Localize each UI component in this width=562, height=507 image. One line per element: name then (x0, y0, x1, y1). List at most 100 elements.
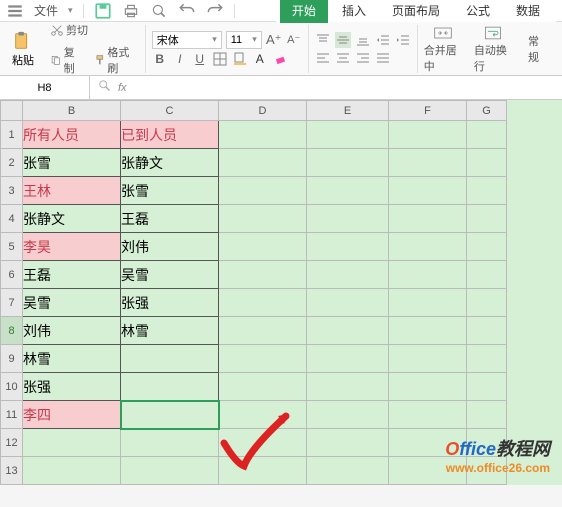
cell[interactable] (307, 345, 389, 373)
cell[interactable]: 王林 (23, 177, 121, 205)
indent-decrease-icon[interactable] (375, 32, 391, 48)
cell[interactable]: 王磊 (121, 205, 219, 233)
wrap-text-button[interactable]: 自动换行 (468, 22, 518, 76)
cell[interactable] (121, 429, 219, 457)
cut-button[interactable]: 剪切 (46, 20, 139, 40)
cell[interactable] (467, 401, 507, 429)
bold-icon[interactable]: B (152, 51, 168, 67)
border-icon[interactable] (212, 51, 228, 67)
cell[interactable]: 李昊 (23, 233, 121, 261)
column-header[interactable]: B (23, 101, 121, 121)
align-center-icon[interactable] (335, 50, 351, 66)
file-menu[interactable]: 文件 (34, 2, 58, 19)
cell[interactable] (389, 121, 467, 149)
row-header[interactable]: 7 (1, 289, 23, 317)
cell[interactable]: 刘伟 (23, 317, 121, 345)
tab-start[interactable]: 开始 (280, 0, 328, 23)
align-top-icon[interactable] (315, 32, 331, 48)
cell[interactable] (307, 457, 389, 485)
align-left-icon[interactable] (315, 50, 331, 66)
cell[interactable]: 张静文 (23, 205, 121, 233)
cell[interactable] (467, 289, 507, 317)
cell[interactable] (389, 317, 467, 345)
cell[interactable] (307, 401, 389, 429)
row-header[interactable]: 1 (1, 121, 23, 149)
cell[interactable] (121, 401, 219, 429)
column-header[interactable]: F (389, 101, 467, 121)
cell[interactable] (307, 261, 389, 289)
cell[interactable] (389, 177, 467, 205)
cell[interactable]: 张静文 (121, 149, 219, 177)
cell[interactable]: 王磊 (23, 261, 121, 289)
clear-format-icon[interactable] (272, 51, 288, 67)
cell[interactable] (389, 149, 467, 177)
row-header[interactable]: 6 (1, 261, 23, 289)
select-all-corner[interactable] (1, 101, 23, 121)
italic-icon[interactable]: I (172, 51, 188, 67)
cell[interactable] (23, 457, 121, 485)
indent-increase-icon[interactable] (395, 32, 411, 48)
font-color-icon[interactable]: A (252, 51, 268, 67)
cell[interactable] (219, 233, 307, 261)
cell[interactable] (389, 205, 467, 233)
cell[interactable] (467, 373, 507, 401)
cell[interactable]: 吴雪 (23, 289, 121, 317)
cell[interactable]: 已到人员 (121, 121, 219, 149)
cell[interactable] (307, 121, 389, 149)
cell[interactable] (307, 429, 389, 457)
preview-icon[interactable] (150, 2, 168, 20)
cell[interactable]: 吴雪 (121, 261, 219, 289)
cell[interactable] (389, 345, 467, 373)
cell[interactable] (307, 233, 389, 261)
cell[interactable] (219, 401, 307, 429)
cell[interactable] (219, 429, 307, 457)
font-name-select[interactable]: 宋体▾ (152, 31, 222, 49)
cell[interactable] (219, 317, 307, 345)
tab-formula[interactable]: 公式 (454, 0, 502, 23)
align-bottom-icon[interactable] (355, 32, 371, 48)
cell[interactable] (307, 373, 389, 401)
cell[interactable] (467, 317, 507, 345)
column-header[interactable]: C (121, 101, 219, 121)
cell[interactable] (389, 373, 467, 401)
cell[interactable] (219, 149, 307, 177)
row-header[interactable]: 2 (1, 149, 23, 177)
cell[interactable] (219, 121, 307, 149)
print-icon[interactable] (122, 2, 140, 20)
fill-color-icon[interactable] (232, 51, 248, 67)
row-header[interactable]: 13 (1, 457, 23, 485)
column-header[interactable]: G (467, 101, 507, 121)
cell[interactable] (23, 429, 121, 457)
cell[interactable] (467, 261, 507, 289)
cell[interactable]: 林雪 (23, 345, 121, 373)
cell[interactable] (467, 121, 507, 149)
copy-button[interactable]: 复制 (46, 42, 86, 78)
cell[interactable] (467, 177, 507, 205)
merge-center-button[interactable]: 合并居中 (418, 22, 468, 76)
row-header[interactable]: 3 (1, 177, 23, 205)
tab-insert[interactable]: 插入 (330, 0, 378, 23)
cell[interactable] (467, 149, 507, 177)
cell[interactable] (467, 233, 507, 261)
fx-icon[interactable] (98, 79, 112, 96)
number-format-select[interactable]: 常规 (524, 31, 550, 67)
cell[interactable] (389, 289, 467, 317)
row-header[interactable]: 10 (1, 373, 23, 401)
cell[interactable] (307, 289, 389, 317)
app-menu-icon[interactable] (6, 2, 24, 20)
row-header[interactable]: 5 (1, 233, 23, 261)
row-header[interactable]: 12 (1, 429, 23, 457)
column-header[interactable]: E (307, 101, 389, 121)
cell[interactable] (121, 345, 219, 373)
cell[interactable] (467, 205, 507, 233)
cell[interactable]: 张雪 (23, 149, 121, 177)
cell[interactable]: 刘伟 (121, 233, 219, 261)
cell[interactable]: 张强 (23, 373, 121, 401)
align-middle-icon[interactable] (335, 32, 351, 48)
align-right-icon[interactable] (355, 50, 371, 66)
cell[interactable]: 林雪 (121, 317, 219, 345)
row-header[interactable]: 11 (1, 401, 23, 429)
cell[interactable] (219, 177, 307, 205)
column-header[interactable]: D (219, 101, 307, 121)
save-icon[interactable] (94, 2, 112, 20)
